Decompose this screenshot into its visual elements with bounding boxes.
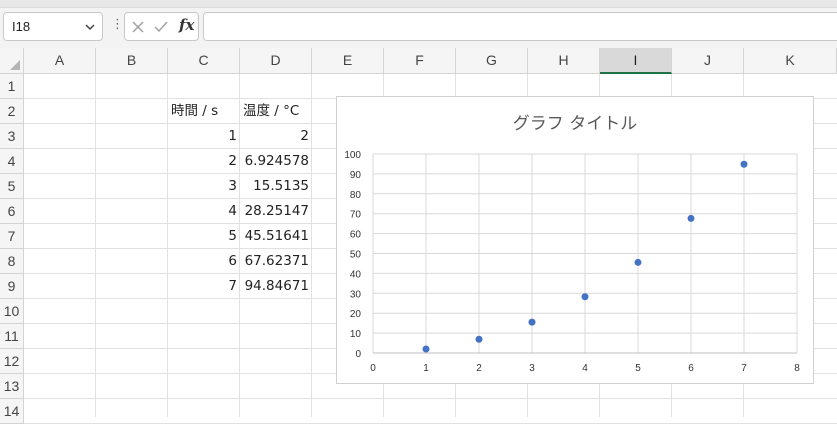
insert-function-icon[interactable]: fx (179, 16, 194, 34)
y-tick-label: 20 (350, 309, 362, 320)
x-tick-label: 0 (370, 363, 376, 374)
scatter-chart: グラフ タイトル 0 10 20 30 40 50 60 70 80 90 100 0 1 2 3 4 5 6 7 8 (344, 114, 800, 374)
data-point (687, 214, 695, 222)
y-tick-label: 60 (350, 230, 362, 241)
x-tick-label: 6 (688, 363, 694, 374)
column-header-f[interactable]: F (384, 48, 456, 74)
row-header-8[interactable]: 8 (0, 249, 24, 274)
row-header-12[interactable]: 12 (0, 349, 24, 374)
cell-c8[interactable]: 6 (168, 249, 240, 274)
row-header-14[interactable]: 14 (0, 399, 24, 424)
row-gridline (24, 398, 837, 399)
formula-input[interactable] (203, 12, 837, 41)
cell-c2[interactable]: 時間 / s (168, 99, 240, 124)
cell-d6[interactable]: 28.25147 (240, 199, 312, 224)
cell-c4[interactable]: 2 (168, 149, 240, 174)
cell-d9[interactable]: 94.84671 (240, 274, 312, 299)
cell-c9[interactable]: 7 (168, 274, 240, 299)
formula-buttons: fx (124, 12, 199, 41)
cell-c5[interactable]: 3 (168, 174, 240, 199)
cell-d7[interactable]: 45.51641 (240, 224, 312, 249)
column-header-i[interactable]: I (600, 48, 672, 74)
row-header-13[interactable]: 13 (0, 374, 24, 399)
y-tick-label: 40 (350, 269, 362, 280)
cell-d4[interactable]: 6.924578 (240, 149, 312, 174)
cell-d8[interactable]: 67.62371 (240, 249, 312, 274)
row-header-6[interactable]: 6 (0, 199, 24, 224)
y-tick-label: 0 (355, 349, 361, 360)
more-options-icon[interactable]: ⋮ (111, 18, 124, 31)
y-tick-label: 90 (350, 170, 362, 181)
x-tick-label: 1 (423, 363, 429, 374)
y-tick-label: 80 (350, 190, 362, 201)
column-gridline (95, 74, 96, 417)
select-all-button[interactable] (0, 48, 24, 74)
column-header-g[interactable]: G (456, 48, 528, 74)
name-box-value: I18 (12, 19, 31, 34)
row-header-10[interactable]: 10 (0, 299, 24, 324)
ribbon-edge (0, 0, 837, 8)
cell-c3[interactable]: 1 (168, 124, 240, 149)
column-header-h[interactable]: H (528, 48, 600, 74)
x-tick-label: 2 (476, 363, 482, 374)
column-header-c[interactable]: C (168, 48, 240, 74)
column-header-e[interactable]: E (312, 48, 384, 74)
row-header-7[interactable]: 7 (0, 224, 24, 249)
column-header-a[interactable]: A (24, 48, 96, 74)
enter-icon[interactable] (153, 20, 169, 34)
x-tick-label: 4 (582, 363, 588, 374)
cell-d5[interactable]: 15.5135 (240, 174, 312, 199)
x-tick-label: 3 (529, 363, 535, 374)
row-header-5[interactable]: 5 (0, 174, 24, 199)
y-tick-label: 10 (350, 329, 362, 340)
cancel-icon[interactable] (131, 20, 145, 34)
y-tick-label: 50 (350, 250, 362, 261)
x-tick-label: 5 (635, 363, 641, 374)
cell-d2[interactable]: 温度 / °C (240, 99, 312, 124)
chart[interactable]: グラフ タイトル 0 10 20 30 40 50 60 70 80 90 100 0 1 2 3 4 5 6 7 8 (336, 96, 814, 384)
cell-c7[interactable]: 5 (168, 224, 240, 249)
row-header-4[interactable]: 4 (0, 149, 24, 174)
y-tick-label: 30 (350, 289, 362, 300)
data-point (740, 160, 748, 168)
cell-d3[interactable]: 2 (240, 124, 312, 149)
column-header-k[interactable]: K (744, 48, 837, 74)
x-tick-label: 7 (741, 363, 747, 374)
row-header-1[interactable]: 1 (0, 74, 24, 99)
chart-title: グラフ タイトル (513, 114, 637, 134)
x-tick-label: 8 (794, 363, 800, 374)
row-header-11[interactable]: 11 (0, 324, 24, 349)
column-header-b[interactable]: B (96, 48, 168, 74)
data-point (634, 258, 642, 266)
row-header-9[interactable]: 9 (0, 274, 24, 299)
column-header-d[interactable]: D (240, 48, 312, 74)
name-box[interactable]: I18 (3, 12, 103, 41)
y-tick-label: 100 (344, 150, 361, 161)
data-point (422, 345, 430, 353)
cell-c6[interactable]: 4 (168, 199, 240, 224)
row-header-2[interactable]: 2 (0, 99, 24, 124)
data-point (528, 318, 536, 326)
data-point (475, 335, 483, 343)
column-header-j[interactable]: J (672, 48, 744, 74)
data-point (581, 293, 589, 301)
y-tick-label: 70 (350, 210, 362, 221)
chevron-down-icon[interactable] (84, 21, 96, 33)
formula-bar: I18 ⋮ fx (0, 0, 837, 48)
row-header-3[interactable]: 3 (0, 124, 24, 149)
